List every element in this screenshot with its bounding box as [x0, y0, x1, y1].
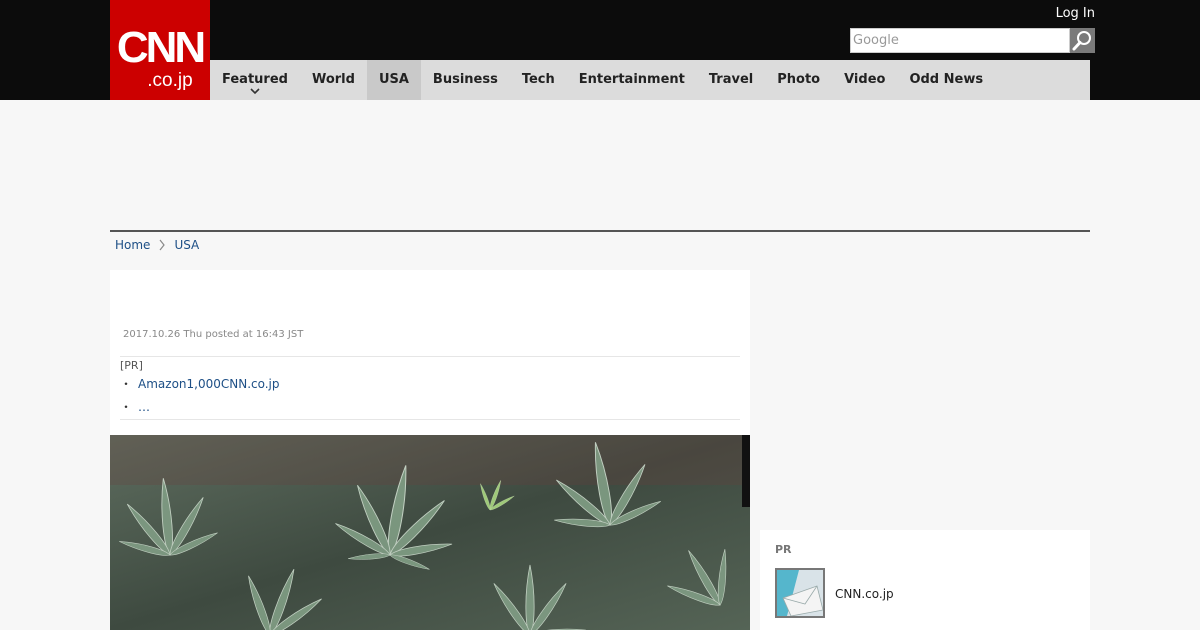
nav-item-featured[interactable]: Featured	[210, 60, 300, 100]
nav-item-photo[interactable]: Photo	[765, 60, 832, 100]
nav-item-world[interactable]: World	[300, 60, 367, 100]
sidebar-pr: PR CNN.co.jp	[760, 530, 1090, 630]
ad-banner-slot	[110, 100, 1090, 230]
nav-item-travel[interactable]: Travel	[697, 60, 765, 100]
search-input[interactable]	[850, 28, 1070, 53]
sidebar-pr-link[interactable]: CNN.co.jp	[835, 587, 894, 601]
pr-label: [PR]	[120, 359, 143, 372]
pr-link-item: ・…	[120, 398, 150, 415]
search-icon	[1072, 31, 1091, 51]
section-divider	[110, 230, 1090, 232]
nav-item-business[interactable]: Business	[421, 60, 510, 100]
nav-item-video[interactable]: Video	[832, 60, 897, 100]
pr-link-item: ・ Amazon1,000CNN.co.jp	[120, 375, 280, 392]
post-timestamp: 2017.10.26 Thu posted at 16:43 JST	[123, 329, 304, 340]
chevron-down-icon	[250, 88, 260, 95]
hero-photo	[110, 435, 750, 630]
logo-wordmark: CNN	[116, 23, 206, 72]
top-bar: CNN .co.jp Log In Featured World USA Bus…	[0, 0, 1200, 100]
login-link[interactable]: Log In	[1056, 6, 1095, 21]
article-hero-image	[110, 435, 750, 630]
nav-item-tech[interactable]: Tech	[510, 60, 567, 100]
search-button[interactable]	[1070, 28, 1095, 53]
main-nav: Featured World USA Business Tech Enterta…	[210, 60, 1090, 100]
nav-item-odd-news[interactable]: Odd News	[897, 60, 995, 100]
mail-icon	[777, 570, 823, 616]
article-header: 2017.10.26 Thu posted at 16:43 JST [PR] …	[110, 270, 750, 435]
breadcrumb-home[interactable]: Home	[115, 238, 150, 252]
pr-links-box: [PR] ・ Amazon1,000CNN.co.jp ・…	[120, 356, 740, 420]
breadcrumb-usa[interactable]: USA	[174, 238, 199, 252]
photo-credit	[742, 435, 750, 507]
pr-thumbnail[interactable]	[775, 568, 825, 618]
sidebar-pr-title: PR	[775, 543, 792, 556]
pr-link-amazon[interactable]: Amazon1,000CNN.co.jp	[138, 377, 280, 391]
chevron-right-icon	[159, 239, 166, 251]
nav-item-label: Featured	[222, 72, 288, 87]
breadcrumb: Home USA	[115, 238, 199, 252]
bullet: ・	[120, 400, 133, 414]
nav-item-entertainment[interactable]: Entertainment	[567, 60, 697, 100]
nav-item-usa[interactable]: USA	[366, 60, 421, 100]
pr-link-more[interactable]: …	[138, 400, 150, 414]
bullet: ・	[120, 377, 133, 391]
logo-domain: .co.jp	[147, 70, 193, 91]
site-logo[interactable]: CNN .co.jp	[110, 0, 210, 100]
